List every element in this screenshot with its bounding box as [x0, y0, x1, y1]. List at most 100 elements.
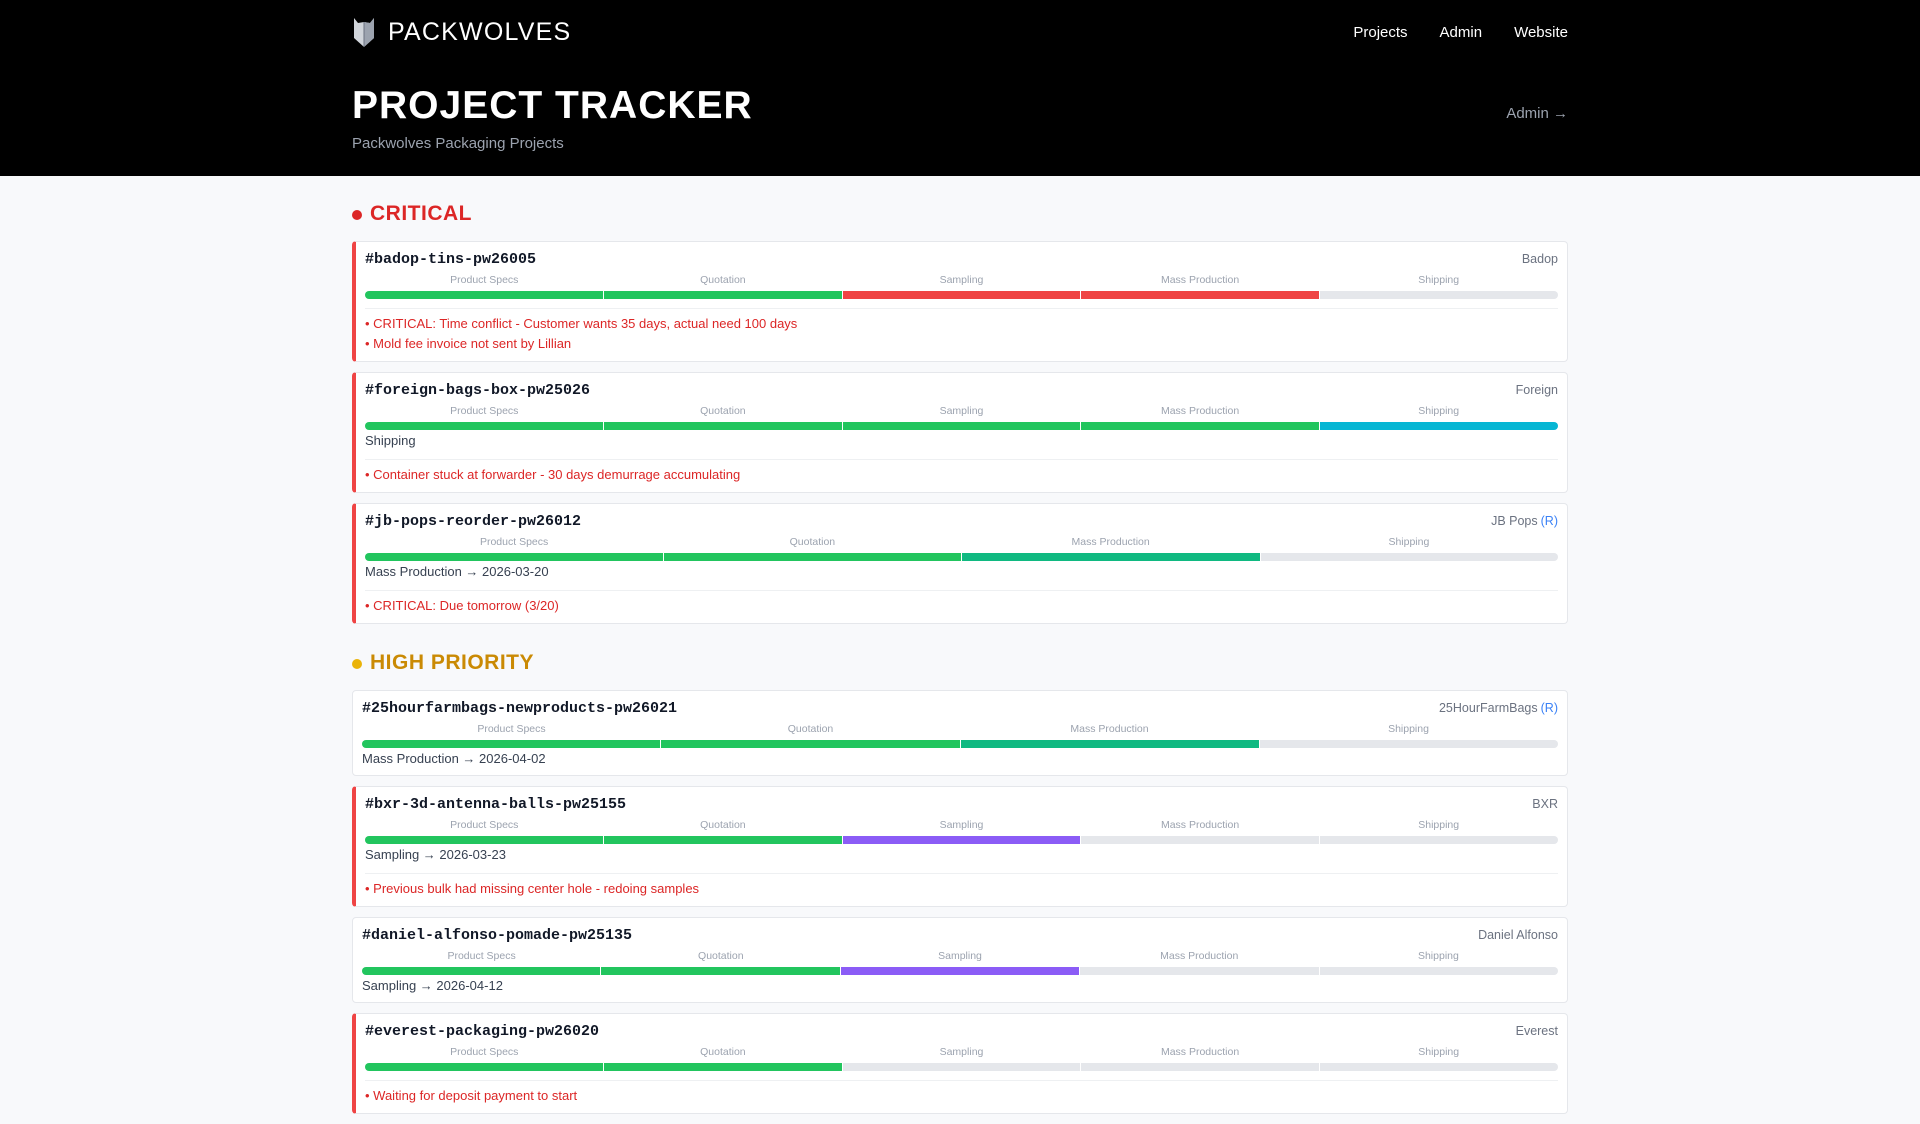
stage-segment-done	[603, 836, 842, 844]
stage-label: Quotation	[700, 405, 746, 417]
section-title: HIGH PRIORITY	[370, 651, 535, 674]
project-id[interactable]: #badop-tins-pw26005	[365, 251, 536, 268]
stage-segment-done	[663, 553, 961, 561]
brand-name: PACKWOLVES	[388, 17, 572, 46]
current-stage-status: Sampling → 2026-04-12	[362, 978, 503, 993]
client-name: Everest	[1516, 1024, 1558, 1038]
stage-label: Mass Production	[1160, 405, 1240, 417]
card-header: #bxr-3d-antenna-balls-pw25155 BXR	[365, 795, 1558, 813]
stage-label: Product Specs	[450, 405, 519, 417]
brand[interactable]: PACKWOLVES	[352, 16, 571, 48]
stage-segment-pending	[1081, 836, 1320, 844]
stage-segment-pending	[1260, 553, 1558, 561]
admin-link[interactable]: Admin →	[1506, 105, 1568, 122]
stage-label: Product Specs	[477, 723, 546, 735]
priority-dot-icon	[352, 659, 362, 669]
stage-segment-done	[362, 740, 661, 748]
note-item: • CRITICAL: Time conflict - Customer wan…	[365, 316, 798, 331]
section-1: HIGH PRIORITY #25hourfarmbags-newproduct…	[352, 650, 1568, 1114]
project-card[interactable]: #daniel-alfonso-pomade-pw25135 Daniel Al…	[352, 917, 1568, 1003]
stage-segment-done	[603, 291, 842, 299]
stage-progress-bar	[365, 422, 1558, 430]
section-heading: CRITICAL	[352, 201, 1568, 227]
client-label: 25HourFarmBags	[1438, 701, 1538, 715]
page-title: PROJECT TRACKER	[352, 84, 753, 127]
stage-progress-bar	[365, 836, 1558, 844]
stage-label: Quotation	[700, 1046, 746, 1058]
stage-segment-critical	[1081, 291, 1320, 299]
stage-segment-done	[661, 740, 960, 748]
stage-label: Quotation	[789, 536, 836, 548]
client-label: Everest	[1515, 1024, 1558, 1038]
stage-segment-done	[365, 553, 663, 561]
stage-segment-pending	[1080, 967, 1319, 975]
stage-segment-done	[365, 422, 603, 430]
stage-label: Shipping	[1418, 1046, 1460, 1058]
stage-label: Shipping	[1418, 405, 1460, 417]
stage-label: Shipping	[1418, 274, 1460, 286]
nav-website[interactable]: Website	[1514, 24, 1568, 41]
card-header: #25hourfarmbags-newproducts-pw26021 25Ho…	[362, 699, 1558, 717]
card-header: #foreign-bags-box-pw25026 Foreign	[365, 381, 1558, 399]
card-header: #badop-tins-pw26005 Badop	[365, 250, 1558, 268]
stage-segment-production	[960, 740, 1259, 748]
nav-projects[interactable]: Projects	[1353, 24, 1407, 41]
stage-label: Sampling	[939, 1046, 984, 1058]
stage-segment-done	[362, 967, 601, 975]
stage-segment-done	[365, 291, 603, 299]
current-stage-status: Sampling → 2026-03-23	[365, 847, 506, 862]
stage-segment-sampling	[842, 836, 1081, 844]
project-notes: • Previous bulk had missing center hole …	[365, 873, 1558, 899]
repeat-order-badge: (R)	[1540, 514, 1558, 528]
project-id[interactable]: #foreign-bags-box-pw25026	[365, 382, 590, 399]
stage-labels: Product Specs Quotation Sampling Mass Produ…	[365, 405, 1558, 417]
nav-admin[interactable]: Admin	[1440, 24, 1483, 41]
stage-label: Product Specs	[479, 536, 549, 548]
stage-segment-pending	[842, 1063, 1081, 1071]
note-item: • Container stuck at forwarder - 30 days…	[365, 467, 741, 482]
project-card[interactable]: #jb-pops-reorder-pw26012 JB Pops (R) Prod…	[352, 503, 1568, 624]
stage-segment-pending	[1319, 967, 1558, 975]
stage-label: Mass Production	[1160, 1046, 1240, 1058]
stage-label: Mass Production	[1160, 819, 1240, 831]
stage-labels: Product Specs Quotation Sampling Mass Produ…	[365, 819, 1558, 831]
wolf-logo-icon	[354, 18, 374, 47]
project-card[interactable]: #everest-packaging-pw26020 Everest Produ…	[352, 1013, 1568, 1114]
project-id[interactable]: #everest-packaging-pw26020	[365, 1023, 599, 1040]
project-card[interactable]: #25hourfarmbags-newproducts-pw26021 25Ho…	[352, 690, 1568, 776]
project-notes: • Container stuck at forwarder - 30 days…	[365, 459, 1558, 485]
project-id[interactable]: #bxr-3d-antenna-balls-pw25155	[365, 796, 626, 813]
top-bar: PACKWOLVES Projects Admin Website	[352, 14, 1568, 50]
stage-segment-done	[842, 422, 1081, 430]
stage-label: Product Specs	[450, 274, 519, 286]
stage-label: Quotation	[787, 723, 834, 735]
stage-label: Sampling	[939, 819, 984, 831]
stage-segment-critical	[842, 291, 1081, 299]
stage-segment-sampling	[840, 967, 1080, 975]
stage-segment-pending	[1320, 836, 1558, 844]
project-list: CRITICAL #badop-tins-pw26005 Badop Produ…	[352, 176, 1568, 1124]
note-item: • Previous bulk had missing center hole …	[365, 881, 700, 896]
project-id[interactable]: #daniel-alfonso-pomade-pw25135	[362, 927, 632, 944]
stage-label: Shipping	[1388, 536, 1430, 548]
repeat-order-badge: (R)	[1540, 701, 1558, 715]
stage-label: Mass Production	[1160, 950, 1239, 962]
stage-segment-done	[601, 967, 840, 975]
stage-labels: Product Specs Quotation Sampling Mass Produ…	[362, 950, 1558, 962]
client-name: 25HourFarmBags (R)	[1439, 701, 1558, 715]
project-card[interactable]: #bxr-3d-antenna-balls-pw25155 BXR Produc…	[352, 786, 1568, 907]
client-name: Daniel Alfonso	[1478, 928, 1558, 942]
priority-dot-icon	[352, 210, 362, 220]
project-id[interactable]: #25hourfarmbags-newproducts-pw26021	[362, 700, 677, 717]
stage-segment-shipping	[1320, 422, 1558, 430]
section-heading: HIGH PRIORITY	[352, 650, 1568, 676]
project-id[interactable]: #jb-pops-reorder-pw26012	[365, 513, 581, 530]
client-name: Badop	[1522, 252, 1558, 266]
current-stage-status: Mass Production → 2026-04-02	[362, 751, 546, 766]
note-item: • CRITICAL: Due tomorrow (3/20)	[365, 598, 559, 613]
project-card[interactable]: #foreign-bags-box-pw25026 Foreign Produc…	[352, 372, 1568, 493]
stage-progress-bar	[365, 1063, 1558, 1071]
stage-label: Shipping	[1388, 723, 1429, 735]
client-label: Badop	[1521, 252, 1558, 266]
project-card[interactable]: #badop-tins-pw26005 Badop Product Specs Q…	[352, 241, 1568, 362]
